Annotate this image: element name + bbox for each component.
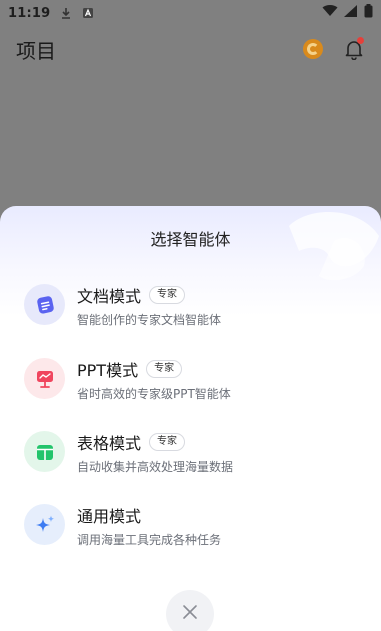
status-bar: 11:19 — [0, 0, 381, 26]
wifi-icon — [322, 5, 338, 21]
page-title: 项目 — [16, 38, 56, 63]
agent-picker-sheet: 选择智能体 文档模式 专家 智能创作的专家文档智能体 PPT模式 专家 省时高效… — [0, 206, 381, 631]
mode-description: 智能创作的专家文档智能体 — [77, 313, 222, 327]
mode-name: 文档模式 — [77, 287, 142, 306]
mode-item-ppt[interactable]: PPT模式 专家 省时高效的专家级PPT智能体 — [0, 358, 381, 422]
battery-icon — [364, 4, 373, 22]
mode-item-document[interactable]: 文档模式 专家 智能创作的专家文档智能体 — [0, 284, 381, 348]
status-time: 11:19 — [8, 5, 51, 21]
notification-dot — [357, 37, 364, 44]
coin-icon[interactable] — [303, 39, 323, 59]
mode-item-table[interactable]: 表格模式 专家 自动收集并高效处理海量数据 — [0, 431, 381, 495]
close-icon — [182, 604, 198, 624]
table-icon — [24, 431, 65, 472]
bell-icon[interactable] — [343, 37, 365, 61]
mode-name: 表格模式 — [77, 434, 142, 453]
signal-icon — [344, 5, 358, 21]
document-icon — [24, 284, 65, 325]
sparkle-icon — [24, 504, 65, 545]
mode-name: PPT模式 — [77, 361, 139, 380]
download-icon — [60, 7, 72, 19]
mode-description: 省时高效的专家级PPT智能体 — [77, 387, 231, 401]
mode-name: 通用模式 — [77, 507, 142, 526]
expert-badge: 专家 — [149, 286, 186, 304]
sheet-title: 选择智能体 — [150, 230, 231, 249]
mode-item-general[interactable]: 通用模式 调用海量工具完成各种任务 — [0, 504, 381, 568]
mode-description: 自动收集并高效处理海量数据 — [77, 460, 234, 474]
close-button[interactable] — [166, 590, 214, 631]
mode-description: 调用海量工具完成各种任务 — [77, 533, 222, 547]
expert-badge: 专家 — [146, 360, 183, 378]
app-bar: 项目 — [0, 26, 381, 72]
presentation-icon — [24, 358, 65, 399]
expert-badge: 专家 — [149, 433, 186, 451]
a-badge-icon — [82, 7, 94, 19]
